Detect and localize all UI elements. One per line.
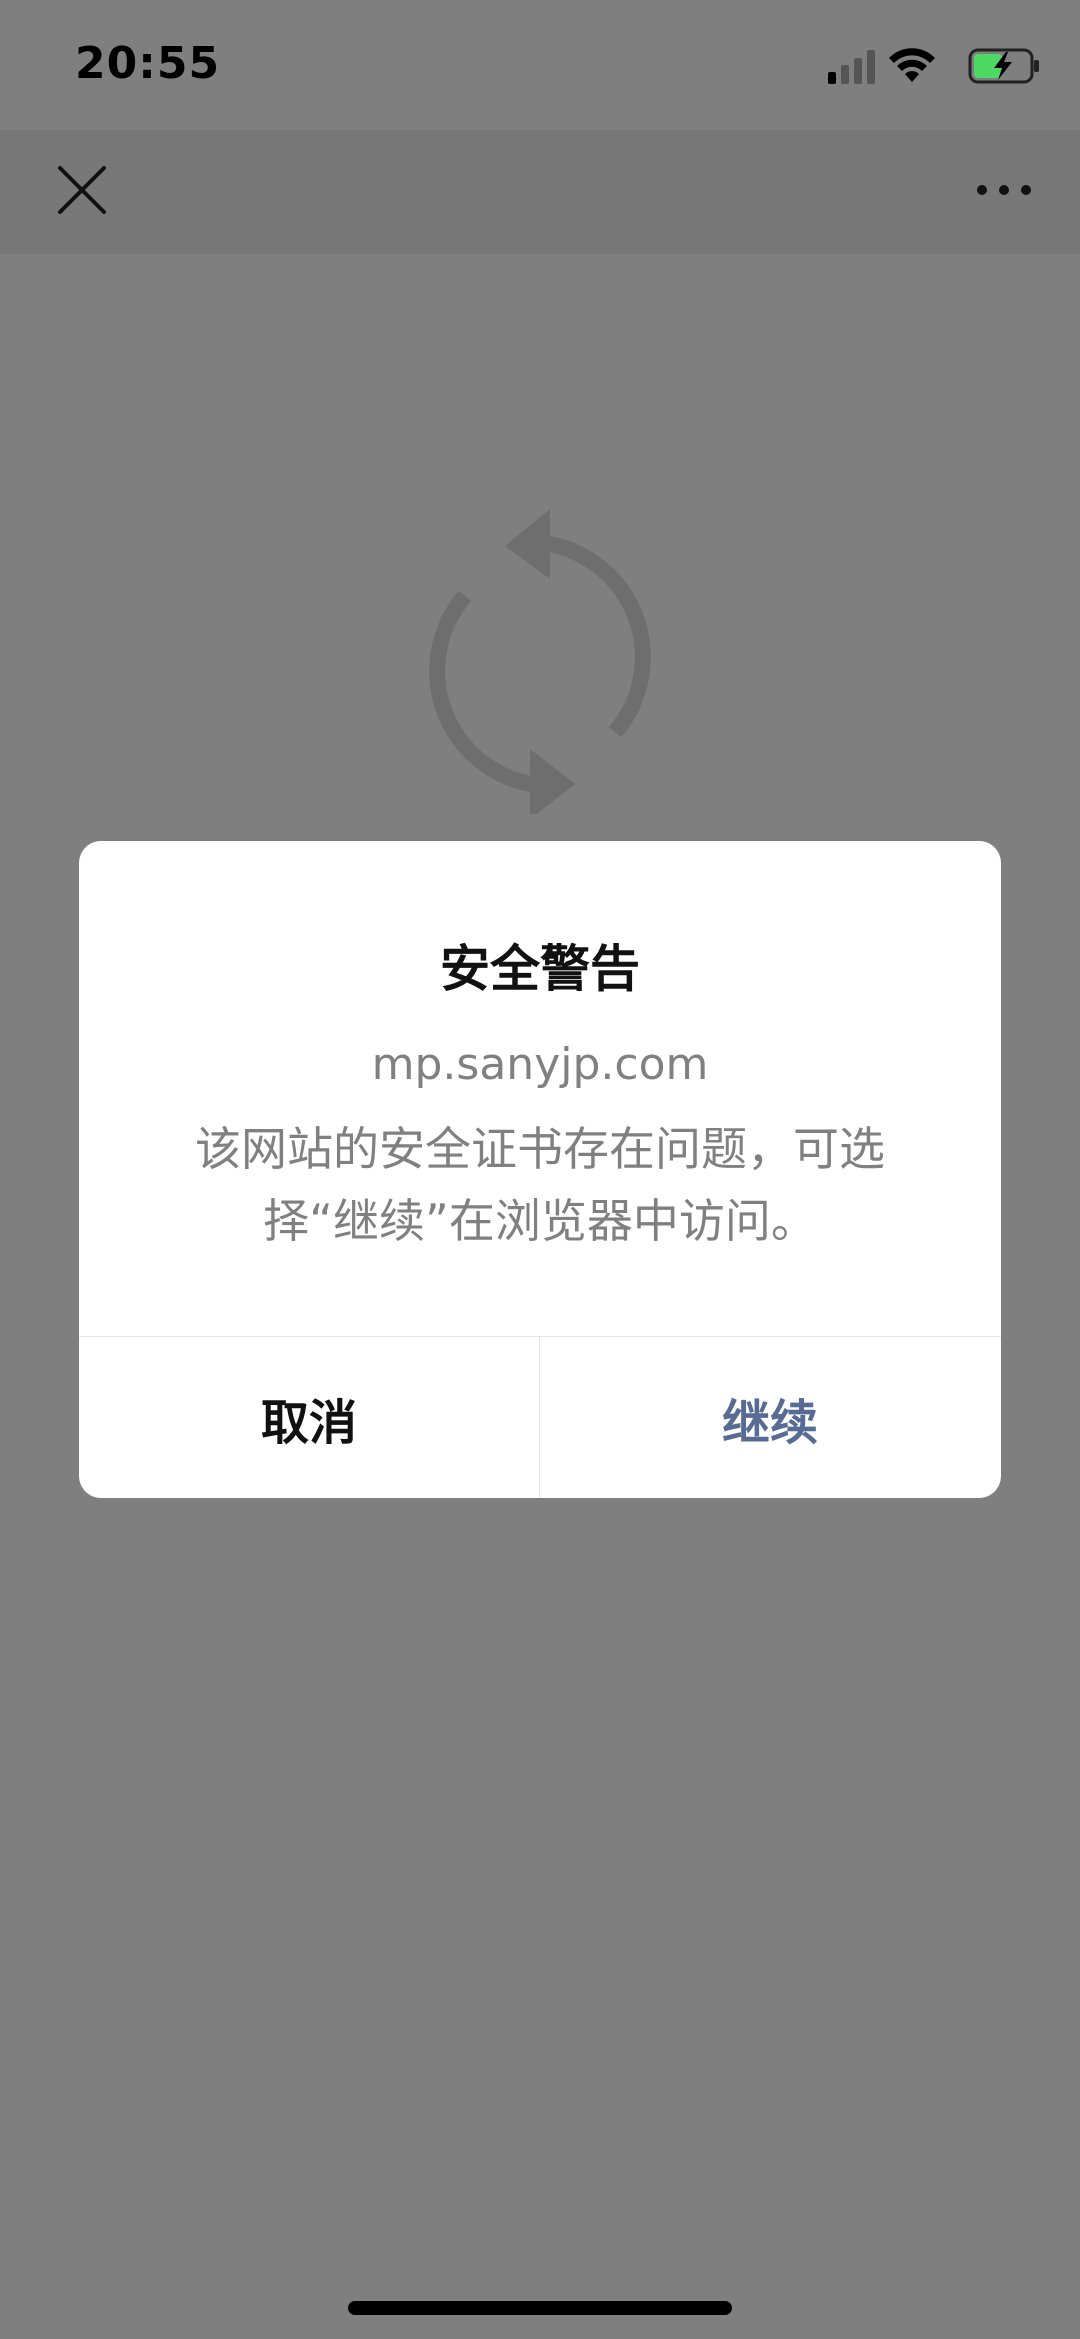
status-time: 20:55 bbox=[75, 38, 221, 89]
more-button[interactable] bbox=[968, 170, 1040, 210]
dialog-url: mp.sanyjp.com bbox=[371, 1039, 709, 1090]
dialog-message: 该网站的安全证书存在问题，可选择“继续”在浏览器中访问。 bbox=[195, 1122, 885, 1248]
security-warning-dialog: 安全警告 mp.sanyjp.com 该网站的安全证书存在问题，可选择“继续”在… bbox=[79, 841, 1001, 1498]
continue-button[interactable]: 继续 bbox=[540, 1337, 1000, 1498]
status-bar: 20:55 bbox=[0, 0, 1080, 130]
dialog-title: 安全警告 bbox=[440, 940, 640, 998]
signal-icon bbox=[828, 50, 875, 84]
nav-bar bbox=[0, 130, 1080, 254]
close-icon bbox=[58, 166, 106, 214]
battery-charging-icon bbox=[968, 48, 1039, 84]
cancel-button[interactable]: 取消 bbox=[79, 1337, 539, 1498]
close-button[interactable] bbox=[52, 160, 112, 220]
reload-icon bbox=[429, 509, 651, 814]
wifi-icon bbox=[889, 48, 935, 82]
home-indicator[interactable] bbox=[348, 2301, 732, 2315]
more-icon bbox=[977, 185, 1031, 195]
